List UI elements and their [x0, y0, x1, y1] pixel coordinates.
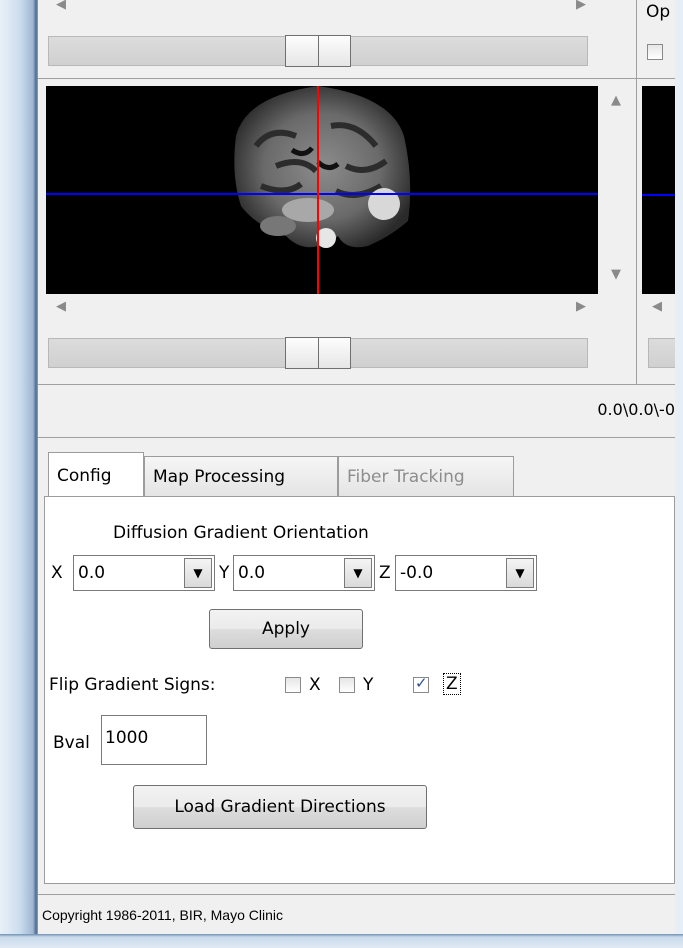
settings-tabs: Config Map Processing Fiber Tracking Dif…: [44, 452, 675, 888]
crosshair-horizontal-right: [642, 194, 675, 196]
z-orientation-value: -0.0: [400, 563, 434, 583]
window-frame-right: [675, 0, 683, 934]
flip-x-checkbox[interactable]: [285, 677, 301, 693]
flip-x-label: X: [309, 675, 321, 695]
y-orientation-select[interactable]: 0.0 ▼: [233, 555, 375, 591]
apply-button[interactable]: Apply: [209, 609, 363, 649]
brain-mri-image: [46, 86, 598, 294]
scroll-left-icon[interactable]: ◀: [56, 296, 66, 318]
application-window: ◀ ▶ Op ▲ ▼ ◀ ▶ ◀ 0.0\0.0\-0 Config Map P…: [38, 0, 675, 934]
viewer-vertical-scrollbar[interactable]: ▲ ▼: [598, 86, 636, 294]
window-frame-left: [0, 0, 38, 948]
chevron-down-icon[interactable]: ▼: [184, 558, 212, 588]
scroll-right-icon[interactable]: ▶: [576, 0, 586, 16]
coordinate-readout: 0.0\0.0\-0: [597, 400, 675, 419]
scroll-up-icon[interactable]: ▲: [611, 90, 621, 112]
scroll-down-icon[interactable]: ▼: [611, 264, 621, 286]
tab-map-processing[interactable]: Map Processing: [144, 456, 338, 496]
x-label: X: [51, 563, 63, 583]
x-orientation-value: 0.0: [78, 563, 106, 583]
pane-divider-vertical: [636, 0, 637, 384]
y-orientation-value: 0.0: [238, 563, 266, 583]
sagittal-slice-slider[interactable]: [648, 338, 675, 368]
chevron-down-icon[interactable]: ▼: [344, 558, 372, 588]
flip-gradient-label: Flip Gradient Signs:: [49, 675, 216, 695]
option-partial-label: Op: [646, 2, 671, 22]
z-label: Z: [379, 563, 391, 583]
y-label: Y: [219, 563, 230, 583]
coronal-image-viewer[interactable]: [46, 86, 598, 294]
bval-label: Bval: [53, 733, 90, 753]
viewer-horizontal-scrollbar[interactable]: ◀ ▶: [46, 296, 598, 318]
option-checkbox[interactable]: [647, 44, 663, 60]
tab-fiber-tracking: Fiber Tracking: [338, 456, 514, 496]
x-orientation-select[interactable]: 0.0 ▼: [73, 555, 215, 591]
flip-z-checkbox[interactable]: [413, 674, 429, 693]
pane-divider-horizontal: [38, 78, 675, 79]
scroll-right-icon[interactable]: ▶: [576, 296, 586, 318]
copyright-bar: Copyright 1986-2011, BIR, Mayo Clinic: [38, 894, 675, 934]
bval-input[interactable]: 1000: [101, 715, 207, 765]
top-slice-slider-thumb[interactable]: [285, 35, 351, 67]
flip-y-label: Y: [363, 675, 374, 695]
gradient-orientation-title: Diffusion Gradient Orientation: [113, 523, 369, 543]
tab-config[interactable]: Config: [48, 452, 144, 496]
coronal-slice-slider[interactable]: [48, 337, 588, 369]
scroll-left-icon[interactable]: ◀: [652, 296, 662, 318]
coronal-slice-slider-thumb[interactable]: [285, 337, 351, 369]
flip-z-label: Z: [443, 673, 461, 695]
chevron-down-icon[interactable]: ▼: [506, 558, 534, 588]
top-horizontal-scrollbar[interactable]: ◀ ▶: [46, 0, 598, 24]
top-slice-slider[interactable]: [48, 35, 588, 67]
coordinate-status-bar: 0.0\0.0\-0: [38, 384, 675, 438]
load-gradient-directions-button[interactable]: Load Gradient Directions: [133, 785, 427, 829]
sagittal-image-viewer[interactable]: [642, 86, 675, 294]
z-orientation-select[interactable]: -0.0 ▼: [395, 555, 537, 591]
window-frame-bottom: [0, 934, 683, 948]
config-panel: Diffusion Gradient Orientation X 0.0 ▼ Y…: [44, 496, 675, 884]
scroll-left-icon[interactable]: ◀: [56, 0, 66, 16]
flip-y-checkbox[interactable]: [339, 677, 355, 693]
